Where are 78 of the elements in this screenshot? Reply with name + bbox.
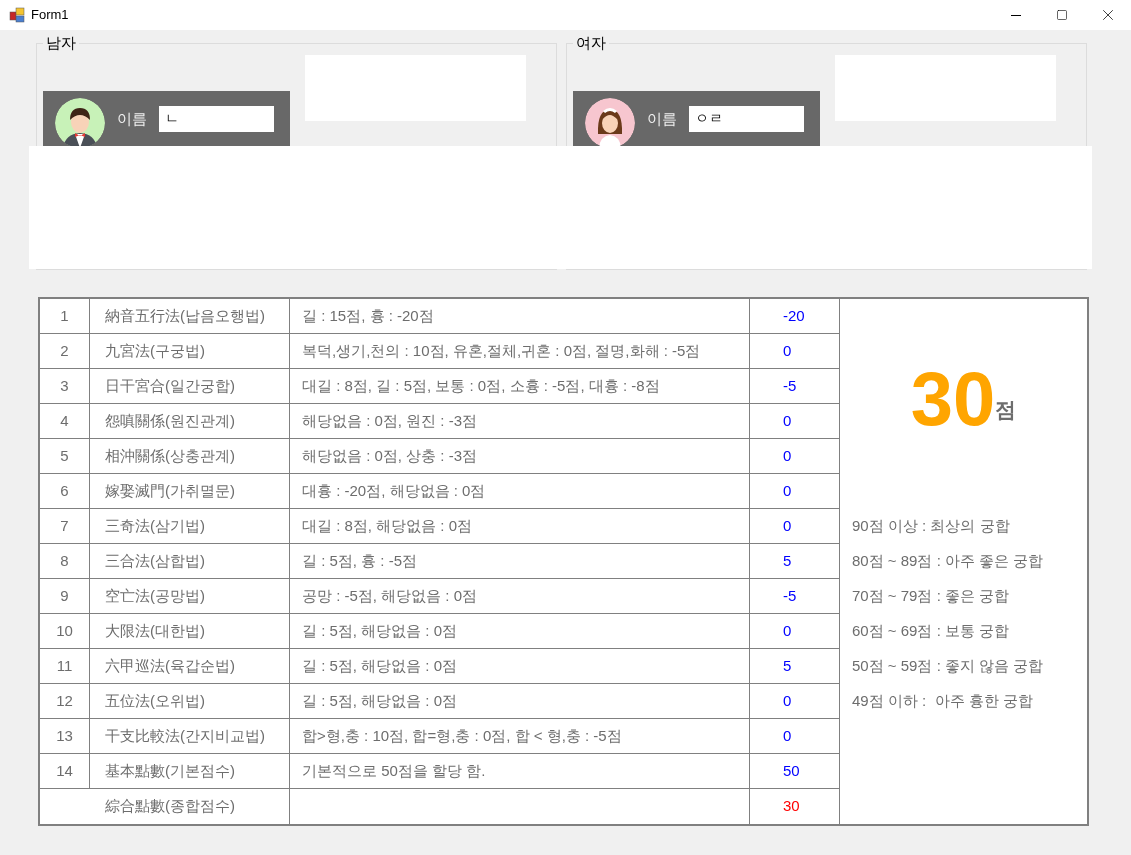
rule-text: 길 : 5점, 해당없음 : 0점 — [302, 655, 458, 676]
row-number: 6 — [60, 480, 69, 501]
row-number: 8 — [60, 550, 69, 571]
legend-text: 50점 ~ 59점 : 좋지 않음 궁합 — [852, 656, 1044, 677]
rule-text: 해당없음 : 0점, 상충 : -3점 — [302, 445, 478, 466]
row-number: 12 — [56, 690, 73, 711]
method-name: 怨嗔關係(원진관계) — [105, 410, 235, 431]
score-value: -5 — [783, 585, 797, 606]
score-value: 0 — [783, 725, 792, 746]
row-number: 9 — [60, 585, 69, 606]
method-name: 相沖關係(상충관계) — [105, 445, 235, 466]
method-name: 嫁娶滅門(가취멸문) — [105, 480, 235, 501]
total-score: 30 — [783, 796, 800, 817]
method-name: 日干宮合(일간궁합) — [105, 375, 235, 396]
window-title: Form1 — [31, 6, 69, 25]
name-field[interactable]: ㄴ — [159, 106, 274, 132]
score-value: 50 — [783, 760, 800, 781]
score-value: -5 — [783, 375, 797, 396]
score-value: 0 — [783, 480, 792, 501]
score-value: 5 — [783, 655, 792, 676]
method-name: 六甲巡法(육갑순법) — [105, 655, 235, 676]
row-number: 7 — [60, 515, 69, 536]
app-icon — [9, 7, 25, 23]
name-label: 이름 — [117, 109, 147, 129]
score-value: 0 — [783, 410, 792, 431]
method-name: 納音五行法(납음오행법) — [105, 305, 265, 326]
rule-text: 길 : 5점, 해당없음 : 0점 — [302, 620, 458, 641]
row-number: 1 — [60, 305, 69, 326]
name-field[interactable]: ㅇㄹ — [689, 106, 804, 132]
rule-text: 길 : 5점, 흉 : -5점 — [302, 550, 418, 571]
row-number: 4 — [60, 410, 69, 431]
group-title: 남자 — [43, 34, 79, 52]
rule-text: 길 : 15점, 흉 : -20점 — [302, 305, 434, 326]
score-value: 0 — [783, 340, 792, 361]
method-name: 大限法(대한법) — [105, 620, 205, 641]
legend-text: 49점 이하 : 아주 흉한 궁합 — [852, 691, 1033, 712]
row-number: 5 — [60, 445, 69, 466]
row-number: 2 — [60, 340, 69, 361]
method-name: 干支比較法(간지비교법) — [105, 725, 265, 746]
method-name: 三合法(삼합법) — [105, 550, 205, 571]
score-value: 0 — [783, 620, 792, 641]
score-value: 0 — [783, 690, 792, 711]
legend-text: 90점 이상 : 최상의 궁합 — [852, 516, 1010, 537]
legend-text: 80점 ~ 89점 : 아주 좋은 궁합 — [852, 551, 1044, 572]
legend-text: 70점 ~ 79점 : 좋은 궁합 — [852, 586, 1010, 607]
score-unit: 점 — [995, 397, 1017, 424]
row-number: 14 — [56, 760, 73, 781]
legend-text: 60점 ~ 69점 : 보통 궁합 — [852, 621, 1010, 642]
method-name: 空亡法(공망법) — [105, 585, 205, 606]
score-value: 0 — [783, 515, 792, 536]
score-value: 5 — [783, 550, 792, 571]
rule-text: 합>형,충 : 10점, 합=형,충 : 0점, 합 < 형,충 : -5점 — [302, 725, 622, 746]
method-name: 九宮法(구궁법) — [105, 340, 205, 361]
rule-text: 대길 : 8점, 해당없음 : 0점 — [302, 515, 473, 536]
row-number: 11 — [56, 655, 73, 676]
method-name: 五位法(오위법) — [105, 690, 205, 711]
method-name: 綜合點數(종합점수) — [105, 796, 235, 817]
row-number: 10 — [56, 620, 73, 641]
row-number: 13 — [56, 725, 73, 746]
rule-text: 기본적으로 50점을 할당 함. — [302, 760, 486, 781]
method-name: 基本點數(기본점수) — [105, 760, 235, 781]
row-number: 3 — [60, 375, 69, 396]
rule-text: 길 : 5점, 해당없음 : 0점 — [302, 690, 458, 711]
rule-text: 해당없음 : 0점, 원진 : -3점 — [302, 410, 478, 431]
score-value: -20 — [783, 305, 805, 326]
total-score-display: 30 — [910, 361, 996, 437]
rule-text: 대흉 : -20점, 해당없음 : 0점 — [302, 480, 486, 501]
person-avatar — [585, 98, 635, 148]
rule-text: 복덕,생기,천의 : 10점, 유혼,절체,귀혼 : 0점, 절명,화해 : -5점 — [302, 340, 701, 361]
person-avatar — [55, 98, 105, 148]
name-label: 이름 — [647, 109, 677, 129]
method-name: 三奇法(삼기법) — [105, 515, 205, 536]
rule-text: 대길 : 8점, 길 : 5점, 보통 : 0점, 소흉 : -5점, 대흉 : -8점 — [302, 375, 660, 396]
rule-text: 공망 : -5점, 해당없음 : 0점 — [302, 585, 478, 606]
maximize-icon — [1056, 9, 1068, 21]
score-value: 0 — [783, 445, 792, 466]
group-title: 여자 — [573, 34, 609, 52]
minimize-icon — [1011, 14, 1021, 16]
